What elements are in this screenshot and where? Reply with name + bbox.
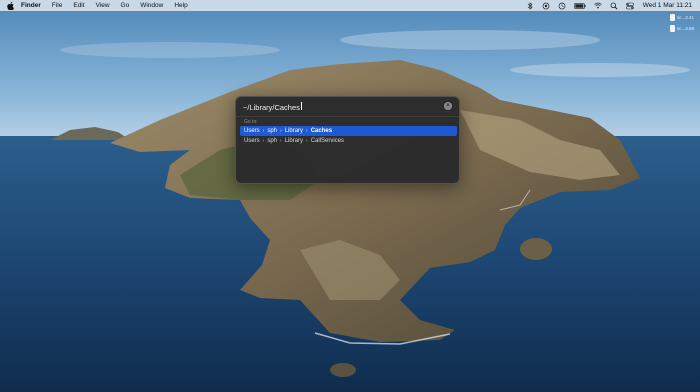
crumb: Library: [284, 138, 304, 144]
apple-icon[interactable]: [7, 1, 15, 10]
bluetooth-icon[interactable]: [526, 1, 534, 10]
menu-bar: Finder File Edit View Go Window Help Wed…: [0, 0, 700, 11]
chevron-right-icon: ›: [262, 128, 265, 134]
menu-help[interactable]: Help: [174, 2, 187, 9]
chevron-right-icon: ›: [262, 138, 265, 144]
file-icon: [669, 14, 675, 21]
menu-go[interactable]: Go: [121, 2, 130, 9]
divider: [236, 116, 459, 117]
crumb-last: CallServices: [310, 138, 345, 144]
timemachine-icon[interactable]: [558, 2, 566, 10]
path-input-value: ~/Library/Caches: [243, 102, 300, 112]
chevron-right-icon: ›: [306, 128, 308, 134]
wifi-icon[interactable]: [594, 2, 602, 10]
search-icon[interactable]: [610, 2, 618, 10]
clear-icon[interactable]: ×: [444, 102, 452, 110]
result-row-callservices[interactable]: Users › sph › Library › CallServices: [240, 136, 457, 146]
control-center-icon[interactable]: [625, 2, 634, 10]
menu-finder[interactable]: Finder: [21, 2, 41, 9]
menu-file[interactable]: File: [52, 2, 62, 9]
results-list: Users › sph › Library › Caches Users › s…: [240, 126, 457, 146]
crumb: Users: [244, 128, 260, 134]
menu-bar-clock[interactable]: Wed 1 Mar 11:21: [643, 2, 692, 9]
text-caret: [300, 101, 302, 110]
desktop-file-1[interactable]: sc...3.41: [669, 14, 694, 21]
chevron-right-icon: ›: [280, 138, 282, 144]
path-input-row: ~/Library/Caches ×: [236, 97, 459, 116]
crumb: Library: [284, 128, 304, 134]
crumb: sph: [267, 138, 278, 144]
battery-icon[interactable]: [573, 2, 586, 10]
result-row-caches[interactable]: Users › sph › Library › Caches: [240, 126, 457, 136]
crumb: sph: [267, 128, 278, 134]
desktop-file-2[interactable]: sc...3.59: [669, 25, 694, 32]
menu-view[interactable]: View: [96, 2, 110, 9]
chevron-right-icon: ›: [306, 138, 308, 144]
menu-bar-right: Wed 1 Mar 11:21: [518, 0, 700, 11]
desktop-icons: sc...3.41 sc...3.59: [669, 14, 694, 32]
crumb-last: Caches: [310, 128, 333, 134]
desktop-file-label: sc...3.41: [676, 15, 694, 20]
go-to-folder-panel: ~/Library/Caches × Go to: Users › sph › …: [235, 96, 460, 184]
path-input[interactable]: ~/Library/Caches: [243, 101, 433, 112]
chevron-right-icon: ›: [280, 128, 282, 134]
menu-bar-left: Finder File Edit View Go Window Help: [0, 0, 199, 11]
file-icon: [669, 25, 675, 32]
menu-edit[interactable]: Edit: [73, 2, 84, 9]
desktop-wallpaper: [0, 0, 700, 392]
desktop-file-label: sc...3.59: [676, 26, 694, 31]
crumb: Users: [244, 138, 260, 144]
menu-window[interactable]: Window: [140, 2, 163, 9]
record-icon[interactable]: [542, 2, 550, 10]
section-label: Go to:: [244, 119, 258, 125]
